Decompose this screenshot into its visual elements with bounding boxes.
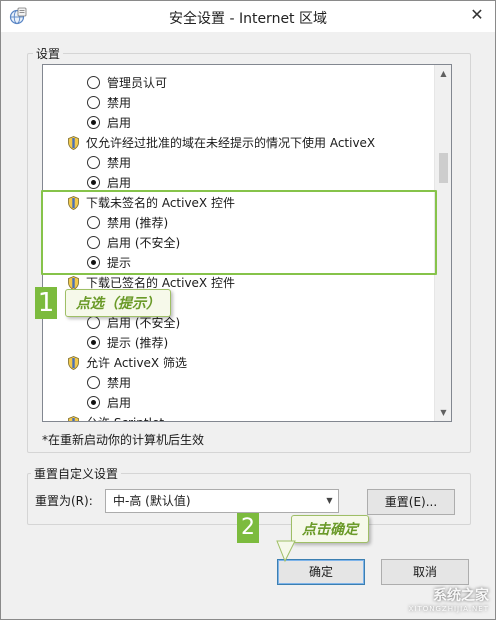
radio-option-label: 启用 — [107, 176, 132, 190]
setting-category-label: 允许 Scriptlet — [86, 416, 164, 421]
radio-option[interactable]: 启用 — [87, 393, 131, 413]
step-1-badge: 1 — [35, 287, 57, 319]
watermark-url: XITONGZHIJIA.NET — [408, 605, 489, 613]
step-2-callout: 点击确定 — [291, 515, 369, 543]
radio-checked-icon[interactable] — [87, 176, 100, 189]
shield-icon — [68, 416, 79, 421]
reset-to-label: 重置为(R): — [35, 494, 93, 508]
site-watermark: 系统之家 XITONGZHIJIA.NET — [409, 585, 489, 613]
setting-category-label: 允许 ActiveX 筛选 — [86, 356, 187, 370]
settings-group-legend: 设置 — [33, 45, 64, 62]
scroll-down-arrow-icon[interactable]: ▼ — [435, 404, 451, 421]
scroll-up-arrow-icon[interactable]: ▲ — [435, 65, 451, 82]
radio-checked-icon[interactable] — [87, 116, 100, 129]
chevron-down-icon: ▼ — [326, 496, 333, 505]
radio-option-label: 启用 — [107, 116, 132, 130]
radio-unchecked-icon[interactable] — [87, 96, 100, 109]
radio-unchecked-icon[interactable] — [87, 156, 100, 169]
window-title: 安全设置 - Internet 区域 — [169, 11, 327, 27]
scroll-thumb[interactable] — [439, 153, 448, 183]
radio-option[interactable]: 管理员认可 — [87, 73, 167, 93]
radio-option[interactable]: 禁用 — [87, 93, 131, 113]
radio-option-label: 启用 (不安全) — [107, 316, 181, 330]
shield-icon — [68, 356, 79, 370]
shield-icon — [68, 276, 79, 290]
step-2-badge: 2 — [237, 513, 259, 543]
setting-category: 允许 Scriptlet — [68, 413, 164, 421]
radio-option[interactable]: 启用 — [87, 113, 131, 133]
pointer-arrow-icon — [276, 540, 296, 563]
radio-option[interactable]: 禁用 — [87, 373, 131, 393]
radio-option[interactable]: 禁用 — [87, 153, 131, 173]
reset-group-legend: 重置自定义设置 — [31, 465, 122, 482]
close-button[interactable]: ✕ — [465, 4, 489, 26]
radio-option-label: 启用 — [107, 396, 132, 410]
cancel-button[interactable]: 取消 — [381, 559, 469, 585]
setting-category-label: 下载已签名的 ActiveX 控件 — [86, 276, 235, 290]
radio-unchecked-icon[interactable] — [87, 376, 100, 389]
radio-option[interactable]: 提示 (推荐) — [87, 333, 168, 353]
radio-option-label: 提示 (推荐) — [107, 336, 169, 350]
radio-unchecked-icon[interactable] — [87, 76, 100, 89]
reset-button[interactable]: 重置(E)... — [367, 489, 455, 515]
step-1-callout: 点选（提示） — [65, 289, 171, 317]
radio-checked-icon[interactable] — [87, 336, 100, 349]
shield-icon — [68, 136, 79, 150]
radio-option-label: 禁用 — [107, 96, 132, 110]
restart-note: *在重新启动你的计算机后生效 — [42, 433, 205, 447]
radio-checked-icon[interactable] — [87, 396, 100, 409]
setting-category: 允许 ActiveX 筛选 — [68, 353, 187, 373]
title-bar: 安全设置 - Internet 区域 ✕ — [1, 1, 495, 32]
setting-category-label: 仅允许经过批准的域在未经提示的情况下使用 ActiveX — [86, 136, 376, 150]
watermark-name: 系统之家 — [433, 588, 489, 604]
setting-category: 仅允许经过批准的域在未经提示的情况下使用 ActiveX — [68, 133, 375, 153]
reset-level-value: 中-高 (默认值) — [113, 494, 191, 508]
highlight-unsigned-activex — [41, 190, 437, 275]
radio-option-label: 禁用 — [107, 156, 132, 170]
security-settings-dialog: 安全设置 - Internet 区域 ✕ 设置 允许 Scriptlet启用禁用… — [0, 0, 496, 620]
radio-unchecked-icon[interactable] — [87, 316, 100, 329]
radio-option-label: 禁用 — [107, 376, 132, 390]
radio-option-label: 管理员认可 — [107, 76, 168, 90]
reset-level-select[interactable]: 中-高 (默认值) ▼ — [105, 489, 339, 513]
